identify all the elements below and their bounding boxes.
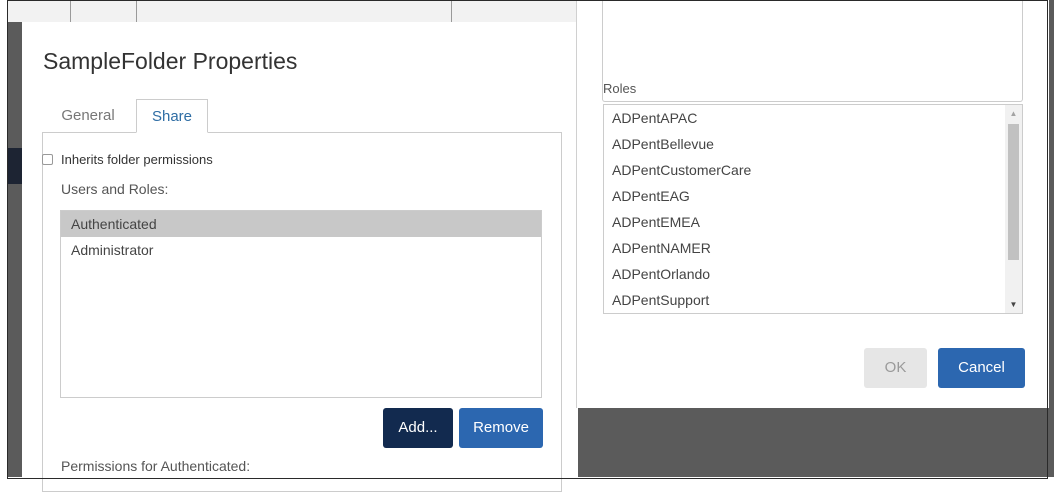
selected-roles-textarea[interactable] [602, 0, 1023, 102]
add-button[interactable]: Add... [383, 408, 453, 448]
background-table-header [8, 0, 576, 22]
scroll-down-icon[interactable]: ▼ [1005, 296, 1022, 313]
roles-dialog: Roles ADPentAPAC ADPentBellevue ADPentCu… [576, 0, 1049, 408]
scroll-up-icon[interactable]: ▲ [1005, 105, 1022, 122]
role-item[interactable]: ADPentBellevue [604, 131, 1005, 157]
properties-dialog: SampleFolder Properties General Share In… [22, 22, 578, 492]
roles-scrollbar[interactable]: ▲ ▼ [1005, 105, 1022, 313]
users-roles-list[interactable]: Authenticated Administrator [60, 210, 542, 398]
roles-label: Roles [603, 81, 637, 96]
inherit-permissions-row[interactable]: Inherits folder permissions [42, 152, 213, 167]
cancel-button[interactable]: Cancel [938, 348, 1025, 388]
permissions-label: Permissions for Authenticated: [61, 458, 251, 474]
role-item[interactable]: ADPentSupport [604, 287, 1005, 313]
remove-button[interactable]: Remove [459, 408, 543, 448]
role-item[interactable]: ADPentCustomerCare [604, 157, 1005, 183]
dialog-title: SampleFolder Properties [43, 48, 298, 74]
list-item-authenticated[interactable]: Authenticated [61, 211, 541, 237]
inherit-permissions-label: Inherits folder permissions [61, 152, 213, 167]
tab-share[interactable]: Share [136, 99, 208, 133]
tab-general[interactable]: General [42, 99, 134, 133]
role-item[interactable]: ADPentEAG [604, 183, 1005, 209]
role-item[interactable]: ADPentNAMER [604, 235, 1005, 261]
inherit-permissions-checkbox[interactable] [42, 154, 53, 165]
users-roles-label: Users and Roles: [61, 181, 169, 197]
list-item-administrator[interactable]: Administrator [61, 237, 541, 263]
roles-list[interactable]: ADPentAPAC ADPentBellevue ADPentCustomer… [603, 104, 1023, 314]
background-panel-edge [8, 148, 22, 184]
role-item[interactable]: ADPentAPAC [604, 105, 1005, 131]
scroll-thumb[interactable] [1008, 124, 1019, 260]
role-item[interactable]: ADPentOrlando [604, 261, 1005, 287]
ok-button[interactable]: OK [864, 348, 927, 388]
role-item[interactable]: ADPentEMEA [604, 209, 1005, 235]
